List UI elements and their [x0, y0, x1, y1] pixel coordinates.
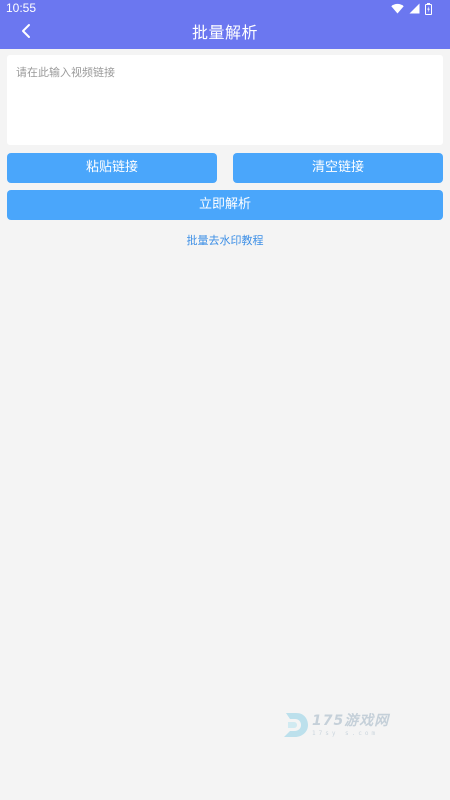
- paste-link-button[interactable]: 粘贴链接: [7, 153, 217, 183]
- video-link-input[interactable]: [7, 55, 443, 145]
- page-title: 批量解析: [191, 23, 258, 42]
- watermark-domain: 17sy s.com: [312, 730, 379, 737]
- watermark-brand: 175游戏网: [312, 713, 390, 729]
- status-time: 10:55: [6, 1, 37, 15]
- app-bar: 批量解析: [0, 17, 450, 49]
- batch-watermark-tutorial-link[interactable]: 批量去水印教程: [0, 232, 450, 248]
- parse-now-button[interactable]: 立即解析: [7, 190, 443, 220]
- clear-link-button[interactable]: 清空链接: [233, 153, 443, 183]
- watermark-logo-icon: [282, 710, 310, 744]
- status-icons: [391, 2, 432, 15]
- site-watermark: 175游戏网 17sy s.com: [282, 708, 402, 742]
- status-bar: 10:55: [0, 0, 450, 17]
- battery-icon: [425, 2, 432, 15]
- wifi-icon: [391, 3, 404, 14]
- link-input-card: [7, 55, 443, 145]
- signal-icon: [409, 3, 420, 14]
